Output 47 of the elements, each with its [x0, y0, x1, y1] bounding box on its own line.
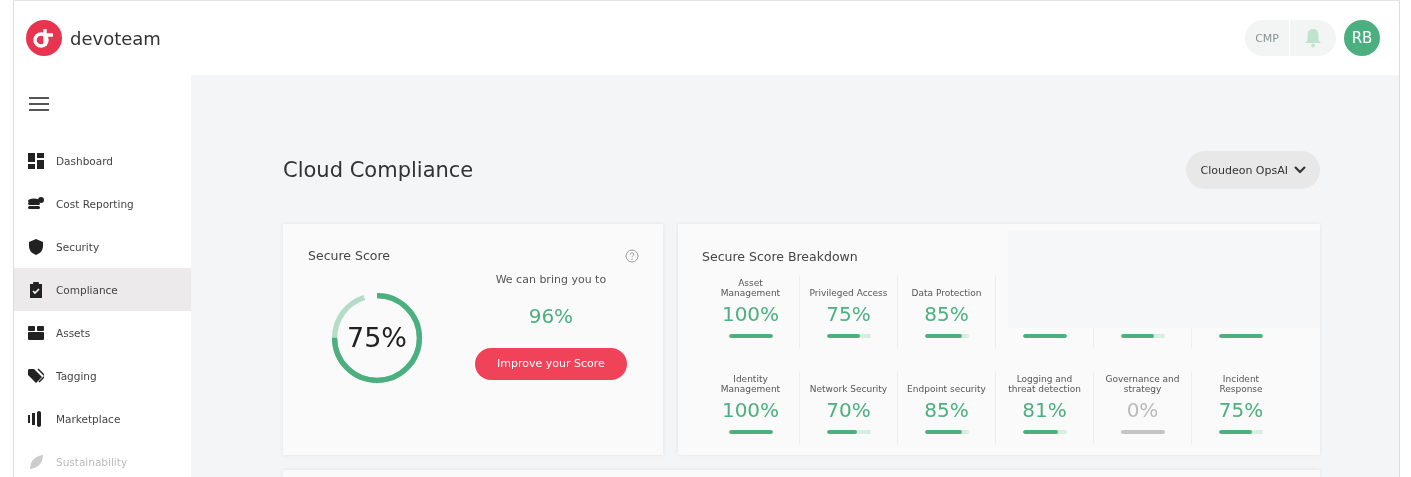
card-title: Secure Score Breakdown	[702, 249, 859, 264]
sidebar-item[interactable]: Dashboard	[14, 139, 191, 182]
card-title: Secure Score	[308, 248, 390, 263]
metric-value: 81%	[1022, 397, 1067, 423]
metric-value: 85%	[924, 301, 969, 327]
sidebar-item[interactable]: Compliance	[14, 268, 191, 311]
sidebar-item[interactable]: Marketplace	[14, 397, 191, 440]
brand-name: devoteam	[70, 27, 161, 49]
metric-label: Network Security	[809, 383, 888, 394]
metric-value: 85%	[924, 397, 969, 423]
bell-icon[interactable]	[1304, 28, 1322, 48]
box-icon	[28, 324, 44, 341]
score-value: 75%	[347, 323, 407, 353]
sidebar-item[interactable]: Tagging	[14, 354, 191, 397]
metric-label: Incident Response	[1218, 373, 1264, 394]
sidebar-item[interactable]: Security	[14, 225, 191, 268]
logo-icon	[26, 20, 62, 56]
page-title: Cloud Compliance	[283, 158, 474, 182]
dashboard-icon	[28, 152, 44, 169]
metric-value: 70%	[826, 397, 871, 423]
metric-value: 100%	[721, 301, 780, 327]
leaf-icon	[28, 453, 44, 470]
account-selector[interactable]: Cloudeon OpsAI	[1186, 151, 1320, 189]
help-icon[interactable]	[625, 248, 639, 263]
metric-value: 75%	[826, 301, 871, 327]
metric-value: 0%	[1126, 397, 1159, 423]
bars-icon	[28, 410, 44, 427]
improve-score-button[interactable]: Improve your Score	[475, 347, 627, 380]
metric-label: Privileged Access	[809, 287, 888, 298]
shield-icon	[28, 238, 44, 255]
potential-score: 96%	[528, 303, 574, 328]
potential-label: We can bring you to	[495, 272, 607, 286]
metric-label: Endpoint security	[907, 383, 986, 394]
metric-value: 75%	[1218, 397, 1264, 423]
sidebar-item[interactable]: Assets	[14, 311, 191, 354]
metric-label: Data Protection	[911, 287, 982, 298]
metric-label: Governance and strategy	[1104, 373, 1181, 394]
metric-label: Logging and threat detection	[1007, 373, 1082, 394]
metric-label: Identity Management	[719, 373, 782, 394]
metric-value: 100%	[721, 397, 780, 423]
sidebar-item[interactable]: Cost Reporting	[14, 182, 191, 225]
metric-label: Asset Management	[719, 277, 782, 298]
clipboard-icon	[28, 281, 44, 298]
coins-icon	[28, 195, 44, 212]
chevron-down-icon	[1294, 166, 1306, 174]
menu-icon[interactable]	[29, 97, 49, 111]
tag-icon	[28, 367, 44, 384]
